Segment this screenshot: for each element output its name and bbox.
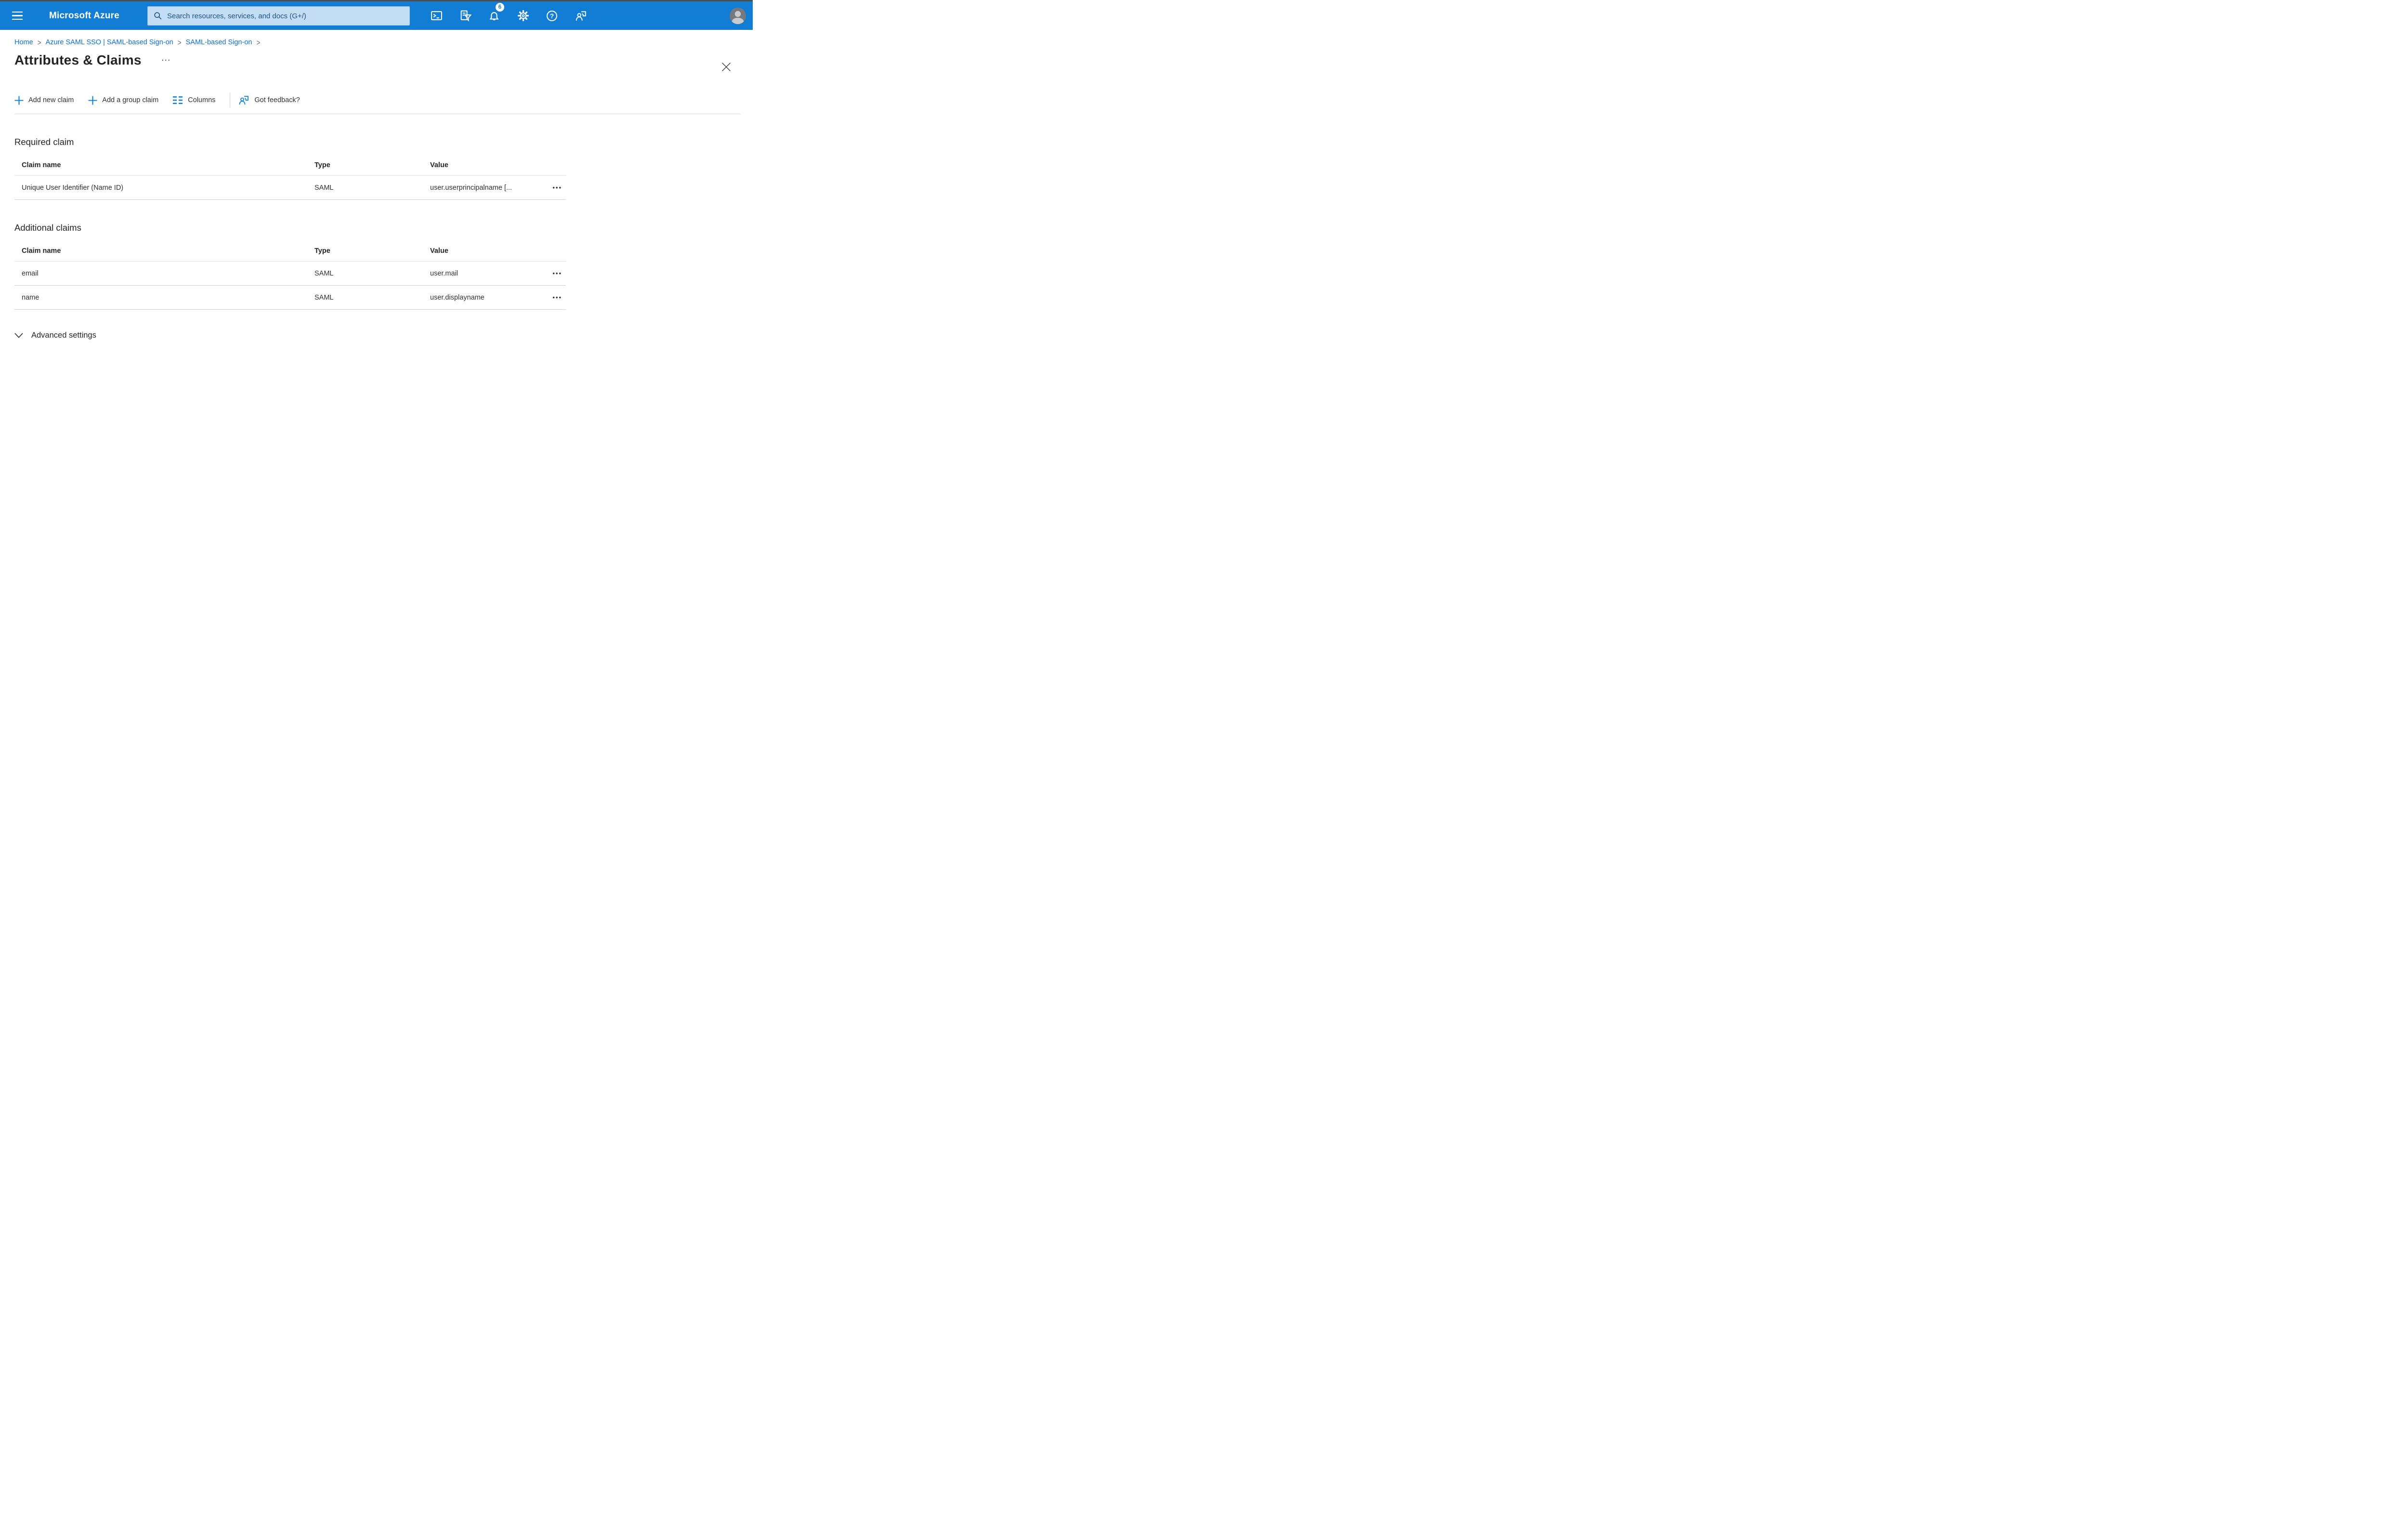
feedback-person-icon	[576, 11, 586, 21]
feedback-person-icon	[239, 96, 249, 105]
close-icon	[721, 62, 731, 72]
topbar-icon-group: 6 ?	[422, 1, 595, 30]
columns-button[interactable]: Columns	[173, 96, 215, 105]
row-more-button[interactable]: •••	[552, 270, 566, 277]
header-claim-name: Claim name	[22, 247, 61, 255]
add-group-claim-button[interactable]: Add a group claim	[88, 96, 158, 105]
got-feedback-button[interactable]: Got feedback?	[238, 94, 300, 106]
breadcrumb-separator: >	[177, 38, 182, 47]
cell-claim-name[interactable]: name	[14, 294, 307, 302]
title-more-button[interactable]: ···	[162, 56, 171, 65]
hamburger-icon	[12, 11, 23, 13]
table-row[interactable]: name SAML user.displayname •••	[14, 286, 566, 310]
cell-claim-name[interactable]: email	[14, 270, 307, 277]
plus-icon	[88, 96, 97, 105]
columns-icon	[173, 96, 183, 104]
additional-claims-heading: Additional claims	[14, 223, 81, 233]
table-row[interactable]: Unique User Identifier (Name ID) SAML us…	[14, 176, 566, 200]
help-button[interactable]: ?	[537, 1, 566, 30]
cell-value: user.displayname	[430, 293, 484, 302]
cell-value: user.mail	[430, 269, 458, 277]
breadcrumb-separator: >	[256, 38, 261, 47]
directory-filter-button[interactable]	[451, 1, 480, 30]
terminal-icon	[431, 11, 442, 20]
avatar-silhouette-icon	[732, 11, 744, 24]
table-header-row: Claim name Type Value	[14, 240, 566, 262]
global-search-box[interactable]	[147, 6, 410, 26]
advanced-settings-label: Advanced settings	[31, 331, 96, 340]
cell-type: SAML	[314, 184, 334, 192]
cell-type: SAML	[314, 293, 334, 302]
breadcrumb-link-saml-sign-on[interactable]: SAML-based Sign-on	[186, 39, 252, 46]
azure-top-bar: Microsoft Azure Search resources, servic…	[0, 1, 753, 30]
header-claim-name: Claim name	[22, 161, 61, 169]
row-more-button[interactable]: •••	[552, 184, 566, 191]
title-row: Attributes & Claims ···	[14, 52, 738, 68]
brand-title[interactable]: Microsoft Azure	[49, 11, 119, 21]
command-bar: Add new claim Add a group claim Columns	[14, 92, 738, 108]
breadcrumb-link-app-sign-on[interactable]: Azure SAML SSO | SAML-based Sign-on	[46, 39, 173, 46]
gear-icon	[517, 10, 529, 22]
blade-content: Home > Azure SAML SSO | SAML-based Sign-…	[0, 38, 753, 340]
chevron-down-icon	[14, 333, 23, 338]
header-value: Value	[430, 247, 448, 255]
svg-text:?: ?	[550, 12, 554, 19]
add-new-claim-button[interactable]: Add new claim	[14, 96, 74, 105]
required-claim-heading: Required claim	[14, 137, 74, 147]
header-type: Type	[314, 161, 330, 169]
help-icon: ?	[547, 10, 557, 21]
cloud-shell-button[interactable]	[422, 1, 451, 30]
page-title: Attributes & Claims	[14, 53, 142, 67]
plus-icon	[14, 96, 24, 105]
notifications-button[interactable]: 6	[480, 1, 509, 30]
feedback-button[interactable]	[566, 1, 595, 30]
required-claim-table: Claim name Type Value Unique User Identi…	[14, 155, 566, 200]
search-icon	[154, 12, 162, 20]
table-header-row: Claim name Type Value	[14, 155, 566, 176]
close-blade-button[interactable]	[721, 62, 732, 72]
header-value: Value	[430, 161, 448, 169]
cell-claim-name[interactable]: Unique User Identifier (Name ID)	[14, 184, 307, 192]
row-more-button[interactable]: •••	[552, 294, 566, 301]
advanced-settings-toggle[interactable]: Advanced settings	[14, 331, 738, 340]
search-input[interactable]	[167, 12, 404, 20]
table-row[interactable]: email SAML user.mail •••	[14, 262, 566, 286]
additional-claims-table: Claim name Type Value email SAML user.ma…	[14, 240, 566, 310]
filter-icon	[460, 10, 471, 22]
breadcrumb-link-home[interactable]: Home	[14, 39, 33, 46]
breadcrumb-separator: >	[37, 38, 41, 47]
cell-type: SAML	[314, 269, 334, 277]
breadcrumb: Home > Azure SAML SSO | SAML-based Sign-…	[14, 38, 738, 47]
hamburger-menu-button[interactable]	[6, 1, 29, 30]
account-avatar[interactable]	[730, 8, 746, 24]
settings-button[interactable]	[509, 1, 537, 30]
cell-value: user.userprincipalname [...	[430, 184, 512, 192]
notification-badge: 6	[496, 3, 504, 12]
header-type: Type	[314, 247, 330, 255]
